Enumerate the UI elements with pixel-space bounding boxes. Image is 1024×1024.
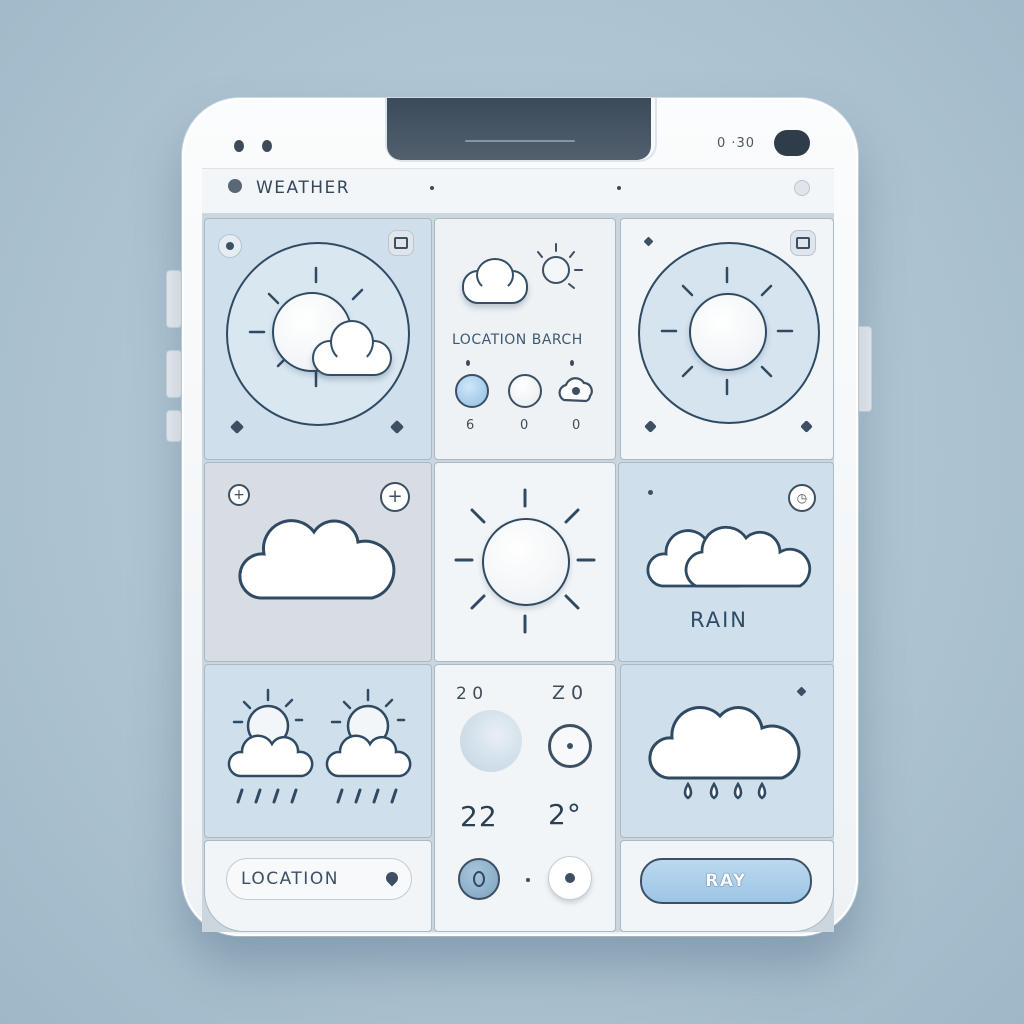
- rain-cloud-icon: [648, 705, 801, 800]
- double-cloud-icon: [646, 525, 812, 588]
- sun-icon-2: [689, 293, 767, 371]
- showers-icon-left: [227, 688, 314, 804]
- side-button-3[interactable]: [166, 410, 182, 442]
- app-title: WEATHER: [256, 178, 351, 198]
- status-indicator: 0 ·30: [717, 136, 756, 151]
- toggle-pill-icon[interactable]: [774, 130, 810, 156]
- titlebar-dot-1: [430, 186, 434, 190]
- option-value-1: 6: [466, 418, 475, 433]
- target-button[interactable]: [548, 724, 592, 768]
- nav-left-button[interactable]: [458, 858, 500, 900]
- marker-dot-1: [466, 360, 470, 366]
- option-white-button[interactable]: [508, 374, 542, 408]
- status-dot-2: [262, 140, 272, 152]
- temp-top-right: Z 0: [552, 682, 584, 704]
- status-dot-1: [234, 140, 244, 152]
- rain-label: RAIN: [690, 608, 749, 632]
- settings-dot-icon[interactable]: [794, 180, 810, 196]
- speaker-grille: [465, 140, 575, 142]
- side-button-right[interactable]: [856, 326, 872, 412]
- cloud-puff-icon: [330, 320, 374, 364]
- option-blue-button[interactable]: [455, 374, 489, 408]
- titlebar-dot-2: [617, 186, 621, 190]
- side-button-2[interactable]: [166, 350, 182, 398]
- ray-button[interactable]: RAY: [640, 858, 812, 904]
- temp-bottom-left: 22: [460, 800, 498, 833]
- big-cloud-icon: [238, 519, 396, 600]
- temp-bottom-right: 2°: [548, 798, 582, 831]
- small-cloud-puff-icon: [476, 258, 514, 292]
- location-button[interactable]: LOCATION: [226, 858, 412, 900]
- temp-top-left: 2 0: [456, 684, 484, 704]
- marker-dot-2: [570, 360, 574, 366]
- tile-pin-icon-3: [648, 490, 653, 495]
- app-icon: [228, 179, 242, 193]
- location-button-label: LOCATION: [241, 869, 339, 889]
- option-value-2: 0: [520, 418, 529, 433]
- add-left-icon[interactable]: +: [228, 484, 250, 506]
- nav-right-button[interactable]: [548, 856, 592, 900]
- tile-temperatures[interactable]: [434, 664, 616, 932]
- showers-icon-right: [325, 688, 412, 804]
- location-search-label: LOCATION BARCH: [452, 332, 583, 348]
- nav-separator-dot: [526, 878, 530, 882]
- side-button-1[interactable]: [166, 270, 182, 328]
- globe-icon: [460, 710, 522, 772]
- ray-button-label: RAY: [705, 871, 747, 891]
- option-value-3: 0: [572, 418, 581, 433]
- sun-ball-icon: [482, 518, 570, 606]
- small-sun-icon: [537, 243, 583, 289]
- camera-notch: [387, 98, 651, 160]
- option-cloud-icon[interactable]: [556, 374, 598, 408]
